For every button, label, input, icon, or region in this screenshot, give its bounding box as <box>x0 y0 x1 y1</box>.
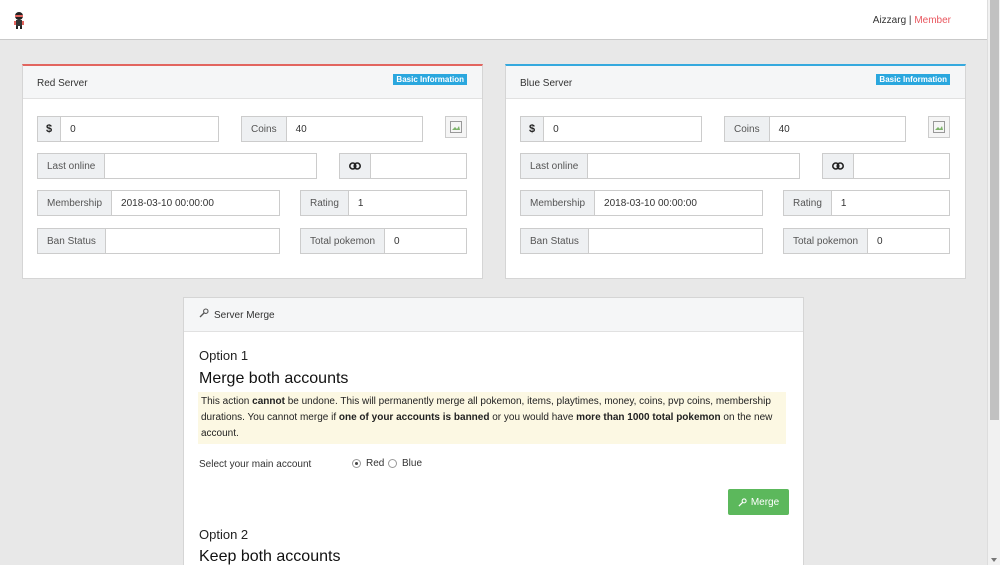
link-addon <box>340 154 371 178</box>
merge-button[interactable]: Merge <box>728 489 789 515</box>
blue-avatar-image[interactable] <box>928 116 950 138</box>
link-icon <box>832 162 844 170</box>
option-2-label: Option 2 <box>199 527 249 542</box>
red-membership-group: Membership 2018-03-10 00:00:00 <box>37 190 280 216</box>
scroll-down-arrow-icon[interactable] <box>991 558 997 562</box>
top-navbar: Aizzarg | Member <box>0 0 987 40</box>
blue-coins-field[interactable]: 40 <box>770 117 905 141</box>
ban-status-addon: Ban Status <box>38 229 106 253</box>
user-separator: | <box>908 15 912 26</box>
membership-addon: Membership <box>521 191 596 215</box>
rating-addon: Rating <box>784 191 832 215</box>
red-server-card: Red Server Basic Information $ 0 Coins 4… <box>22 64 483 279</box>
select-main-account-label: Select your main account <box>199 459 312 470</box>
last-online-addon: Last online <box>521 154 589 178</box>
blue-last-online-group: Last online <box>520 153 800 179</box>
blue-link-group <box>822 153 950 179</box>
dollar-addon: $ <box>38 117 62 141</box>
logo-icon[interactable] <box>12 11 26 29</box>
last-online-addon: Last online <box>38 154 106 178</box>
red-last-online-field[interactable] <box>105 154 316 178</box>
link-addon <box>823 154 854 178</box>
option-1-title: Merge both accounts <box>199 370 349 387</box>
basic-information-badge: Basic Information <box>876 74 950 85</box>
username-link[interactable]: Aizzarg <box>873 15 906 26</box>
wrench-icon <box>199 308 209 318</box>
blue-rating-field[interactable]: 1 <box>832 191 949 215</box>
blue-total-pokemon-field[interactable]: 0 <box>868 229 949 253</box>
dollar-addon: $ <box>521 117 545 141</box>
blue-server-header: Blue Server Basic Information <box>506 66 965 99</box>
red-server-title: Red Server <box>37 78 88 89</box>
radio-red-dot[interactable] <box>352 459 361 468</box>
total-pokemon-addon: Total pokemon <box>301 229 386 253</box>
red-money-field[interactable]: 0 <box>61 117 218 141</box>
server-merge-header: Server Merge <box>184 298 803 332</box>
red-money-group: $ 0 <box>37 116 219 142</box>
ban-status-addon: Ban Status <box>521 229 589 253</box>
radio-red-label: Red <box>366 458 385 469</box>
server-merge-title: Server Merge <box>214 310 275 321</box>
blue-link-field[interactable] <box>854 154 949 178</box>
page-scrollbar[interactable] <box>987 0 1000 565</box>
red-total-pokemon-group: Total pokemon 0 <box>300 228 467 254</box>
red-rating-group: Rating 1 <box>300 190 467 216</box>
red-avatar-image[interactable] <box>445 116 467 138</box>
red-link-field[interactable] <box>371 154 466 178</box>
total-pokemon-addon: Total pokemon <box>784 229 869 253</box>
blue-ban-status-group: Ban Status <box>520 228 763 254</box>
blue-membership-group: Membership 2018-03-10 00:00:00 <box>520 190 763 216</box>
blue-ban-status-field[interactable] <box>589 229 762 253</box>
red-membership-field[interactable]: 2018-03-10 00:00:00 <box>112 191 279 215</box>
option-2-title: Keep both accounts <box>199 548 341 565</box>
red-coins-field[interactable]: 40 <box>287 117 422 141</box>
blue-server-title: Blue Server <box>520 78 573 89</box>
scrollbar-thumb[interactable] <box>990 0 999 420</box>
red-total-pokemon-field[interactable]: 0 <box>385 229 466 253</box>
red-ban-status-field[interactable] <box>106 229 279 253</box>
merge-warning-text: This action cannot be undone. This will … <box>198 392 786 444</box>
blue-rating-group: Rating 1 <box>783 190 950 216</box>
blue-total-pokemon-group: Total pokemon 0 <box>783 228 950 254</box>
basic-information-badge: Basic Information <box>393 74 467 85</box>
blue-money-group: $ 0 <box>520 116 702 142</box>
red-rating-field[interactable]: 1 <box>349 191 466 215</box>
blue-last-online-field[interactable] <box>588 154 799 178</box>
red-ban-status-group: Ban Status <box>37 228 280 254</box>
blue-membership-field[interactable]: 2018-03-10 00:00:00 <box>595 191 762 215</box>
blue-money-field[interactable]: 0 <box>544 117 701 141</box>
radio-blue-dot[interactable] <box>388 459 397 468</box>
radio-red[interactable]: Red <box>352 458 384 469</box>
rating-addon: Rating <box>301 191 349 215</box>
user-role-link[interactable]: Member <box>914 15 951 26</box>
link-icon <box>349 162 361 170</box>
user-info: Aizzarg | Member <box>873 15 951 26</box>
blue-coins-group: Coins 40 <box>724 116 906 142</box>
merge-button-label: Merge <box>750 496 780 508</box>
red-last-online-group: Last online <box>37 153 317 179</box>
option-1-label: Option 1 <box>199 348 249 363</box>
red-server-header: Red Server Basic Information <box>23 66 482 99</box>
broken-image-icon <box>933 121 945 133</box>
membership-addon: Membership <box>38 191 113 215</box>
coins-addon: Coins <box>242 117 287 141</box>
red-link-group <box>339 153 467 179</box>
blue-server-card: Blue Server Basic Information $ 0 Coins … <box>505 64 966 279</box>
wrench-icon <box>738 497 747 507</box>
server-merge-card: Server Merge Option 1 Merge both account… <box>183 297 804 565</box>
coins-addon: Coins <box>725 117 770 141</box>
red-coins-group: Coins 40 <box>241 116 423 142</box>
radio-blue[interactable]: Blue <box>388 458 422 469</box>
broken-image-icon <box>450 121 462 133</box>
radio-blue-label: Blue <box>402 458 423 469</box>
